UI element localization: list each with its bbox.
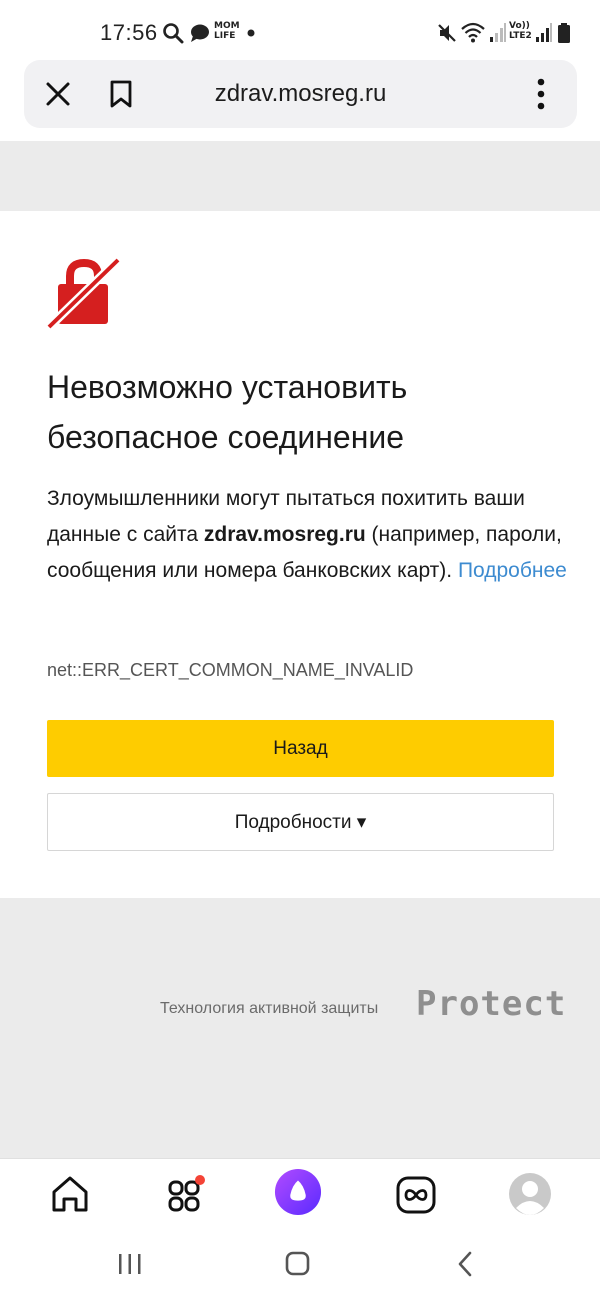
mom-life-icon: MOM LIFE — [214, 21, 240, 41]
close-icon[interactable] — [45, 81, 71, 107]
apps-icon[interactable] — [162, 1168, 210, 1220]
back-button[interactable]: Назад — [47, 720, 554, 777]
status-time: 17:56 — [100, 20, 158, 45]
protect-footer — [0, 898, 600, 1158]
address-bar[interactable] — [24, 60, 577, 128]
details-button[interactable]: Подробности ▾ — [47, 793, 554, 851]
wifi-icon — [461, 22, 485, 43]
broken-lock-icon — [46, 256, 122, 330]
infinity-icon[interactable] — [392, 1168, 440, 1220]
signal-icon-2 — [536, 23, 552, 42]
learn-more-link[interactable]: Подробнее — [458, 559, 567, 582]
bookmark-icon[interactable] — [108, 80, 134, 108]
recent-apps-icon[interactable] — [116, 1252, 144, 1276]
protect-logo: Protect — [416, 984, 567, 1024]
battery-icon — [558, 23, 570, 43]
top-strip — [0, 141, 600, 211]
dot-icon — [247, 29, 255, 37]
home-icon[interactable] — [46, 1168, 94, 1220]
error-code: net::ERR_CERT_COMMON_NAME_INVALID — [47, 660, 414, 680]
profile-avatar[interactable] — [506, 1168, 554, 1220]
home-button-icon[interactable] — [284, 1251, 312, 1277]
volte-icon: Vo)) LTE2 — [509, 21, 532, 41]
error-heading: Невозможно установить безопасное соедине… — [47, 369, 408, 455]
protect-caption: Технология активной защиты — [160, 1000, 379, 1017]
alice-icon[interactable] — [274, 1166, 322, 1218]
notification-badge — [195, 1175, 205, 1185]
error-description: Злоумышленники могут пытаться похитить в… — [47, 481, 567, 589]
more-vertical-icon[interactable] — [532, 78, 550, 110]
back-arrow-icon[interactable] — [454, 1251, 478, 1277]
search-icon — [163, 23, 184, 44]
signal-icon — [490, 23, 506, 42]
description-site: zdrav.mosreg.ru — [203, 523, 366, 546]
chat-bubble-icon — [191, 24, 209, 42]
mute-icon — [438, 24, 456, 42]
